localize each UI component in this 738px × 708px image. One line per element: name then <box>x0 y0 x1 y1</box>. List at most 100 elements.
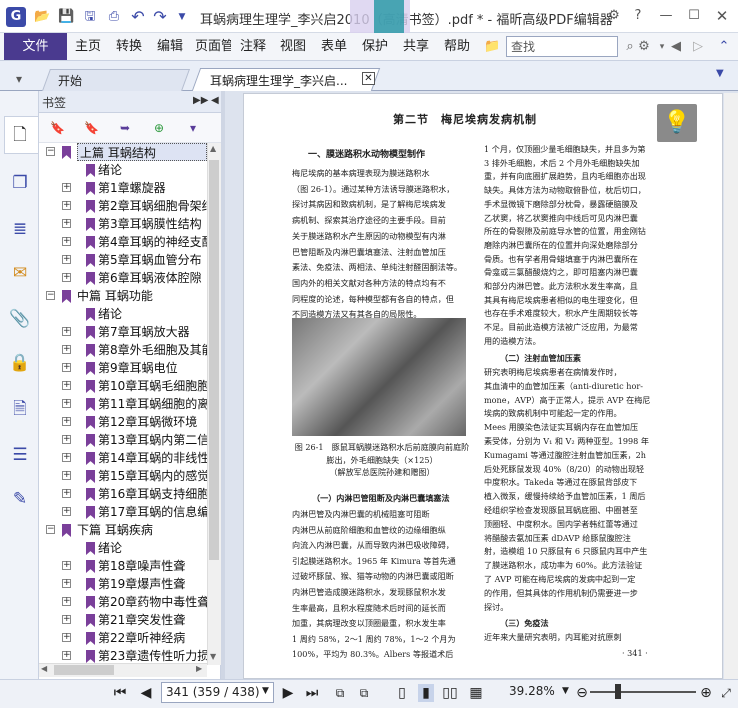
bookmark-item[interactable]: 第21章突发性聋 <box>98 611 207 629</box>
pages-icon[interactable]: ❐ <box>9 172 31 194</box>
expand-toggle-icon[interactable]: + <box>62 399 71 408</box>
nav-forward-icon[interactable]: ▷ <box>690 39 706 55</box>
expand-toggle-icon[interactable]: + <box>62 561 71 570</box>
document-properties-icon[interactable]: 🗎 <box>9 398 31 420</box>
zoom-in-icon[interactable]: ⊕ <box>698 684 714 702</box>
bookmark-item[interactable]: 第15章耳蜗内的感觉 <box>98 467 207 485</box>
delete-bookmark-icon[interactable]: 🔖 <box>50 120 65 136</box>
attachment-icon[interactable]: 📎 <box>9 308 31 330</box>
print-icon[interactable]: ⎙ <box>106 9 122 25</box>
expand-toggle-icon[interactable]: + <box>62 507 71 516</box>
lock-icon[interactable]: 🔒 <box>9 352 31 374</box>
bookmark-item[interactable]: 第5章耳蜗血管分布 <box>98 251 207 269</box>
comments-icon[interactable]: ✉ <box>9 262 31 284</box>
bookmark-scroll-thumb[interactable] <box>209 160 219 560</box>
menu-home[interactable]: 主页 <box>75 38 101 56</box>
collapse-toggle-icon[interactable]: − <box>46 147 55 156</box>
bookmark-item[interactable]: 第1章螺旋器 <box>98 179 207 197</box>
page-number-selector[interactable]: 341 (359 / 438) <box>161 682 274 703</box>
fullscreen-icon[interactable]: ⤢ <box>718 684 734 702</box>
menu-convert[interactable]: 转换 <box>116 38 142 56</box>
bookmark-item[interactable]: 第14章耳蜗的非线性 <box>98 449 207 467</box>
signature-icon[interactable]: ✎ <box>9 488 31 510</box>
previous-view-icon[interactable]: ⧉ <box>332 684 348 702</box>
zoom-out-icon[interactable]: ⊖ <box>574 684 590 702</box>
bookmark-item[interactable]: 第11章耳蜗细胞的离子通道 <box>98 395 207 413</box>
add-bookmark-icon[interactable]: 🔖 <box>84 120 99 136</box>
prev-page-icon[interactable]: ◀ <box>138 684 154 702</box>
bookmark-item[interactable]: 第10章耳蜗毛细胞胞吐 <box>98 377 207 395</box>
tab-scroll-icon[interactable]: ▼ <box>716 68 732 84</box>
app-logo-icon[interactable]: G <box>6 7 26 27</box>
bookmark-item[interactable]: 第16章耳蜗支持细胞 <box>98 485 207 503</box>
bookmark-item[interactable]: 第17章耳蜗的信息编码 <box>98 503 207 521</box>
save-as-icon[interactable]: 🖫 <box>82 9 98 25</box>
bookmark-item[interactable]: 第3章耳蜗膜性结构 <box>98 215 207 233</box>
menu-protect[interactable]: 保护 <box>362 38 388 56</box>
minimize-icon[interactable]: — <box>656 6 676 26</box>
bookmark-goto-icon[interactable]: ➥ <box>118 120 132 136</box>
expand-toggle-icon[interactable]: + <box>62 633 71 642</box>
bookmark-item[interactable]: 第19章爆声性聋 <box>98 575 207 593</box>
redo-icon[interactable]: ↷ <box>152 9 168 25</box>
add-child-bookmark-icon[interactable]: ⊕ <box>152 120 166 136</box>
panel-expand-icon[interactable]: ▶▶ <box>193 95 208 106</box>
page-thumbnail-icon[interactable]: 🗋 <box>9 124 31 146</box>
expand-toggle-icon[interactable]: + <box>62 435 71 444</box>
next-page-icon[interactable]: ▶ <box>280 684 296 702</box>
bookmark-item[interactable]: 绪论 <box>98 161 207 179</box>
help-icon[interactable]: ? <box>628 6 648 26</box>
expand-toggle-icon[interactable]: + <box>62 219 71 228</box>
file-menu-button[interactable]: 文件 <box>4 33 67 60</box>
menu-help[interactable]: 帮助 <box>444 38 470 56</box>
menu-form[interactable]: 表单 <box>321 38 347 56</box>
scroll-up-icon[interactable]: ▲ <box>210 144 216 153</box>
expand-toggle-icon[interactable]: + <box>62 471 71 480</box>
layers-icon[interactable]: ≣ <box>9 218 31 240</box>
expand-toggle-icon[interactable]: + <box>62 597 71 606</box>
expand-toggle-icon[interactable]: + <box>62 417 71 426</box>
bookmark-options-icon[interactable]: ▾ <box>186 120 200 136</box>
expand-toggle-icon[interactable]: + <box>62 255 71 264</box>
undo-icon[interactable]: ↶ <box>130 9 146 25</box>
bookmark-item[interactable]: 第9章耳蜗电位 <box>98 359 207 377</box>
menu-view[interactable]: 视图 <box>280 38 306 56</box>
bookmark-item[interactable]: 第8章外毛细胞及其能动性 <box>98 341 207 359</box>
tab-list-icon[interactable]: ▾ <box>6 68 32 90</box>
bookmark-item[interactable]: 绪论 <box>98 305 207 323</box>
single-page-view-icon[interactable]: ▯ <box>394 684 410 702</box>
zoom-level[interactable]: 39.28% <box>509 684 555 698</box>
customize-dropdown-icon[interactable]: ▼ <box>174 9 190 25</box>
bookmark-item[interactable]: 第4章耳蜗的神经支配 <box>98 233 207 251</box>
maximize-icon[interactable]: ☐ <box>684 6 704 26</box>
expand-toggle-icon[interactable]: + <box>62 615 71 624</box>
bookmark-item[interactable]: 第2章耳蜗细胞骨架结构 <box>98 197 207 215</box>
expand-toggle-icon[interactable]: + <box>62 651 71 660</box>
expand-toggle-icon[interactable]: + <box>62 273 71 282</box>
open-folder-icon[interactable]: 📂 <box>34 9 50 25</box>
first-page-icon[interactable]: ⏮ <box>112 684 128 702</box>
content-list-icon[interactable]: ☰ <box>9 444 31 466</box>
expand-toggle-icon[interactable]: + <box>62 345 71 354</box>
scroll-down-icon[interactable]: ▼ <box>210 652 216 661</box>
bookmark-hscroll-thumb[interactable] <box>54 665 114 675</box>
next-view-icon[interactable]: ⧉ <box>356 684 372 702</box>
expand-toggle-icon[interactable]: + <box>62 363 71 372</box>
expand-toggle-icon[interactable]: + <box>62 327 71 336</box>
bookmark-item[interactable]: 上篇 耳蜗结构 <box>77 143 207 161</box>
scroll-right-icon[interactable]: ▶ <box>196 664 202 673</box>
zoom-dropdown-icon[interactable]: ▼ <box>562 686 569 696</box>
find-folder-icon[interactable]: 📁 <box>484 39 500 55</box>
collapse-toggle-icon[interactable]: − <box>46 525 55 534</box>
bookmark-item[interactable]: 第20章药物中毒性聋 <box>98 593 207 611</box>
panel-collapse-icon[interactable]: ◀ <box>211 95 219 106</box>
collapse-ribbon-icon[interactable]: ⌃ <box>716 39 732 55</box>
menu-page-manage[interactable]: 页面管理 <box>195 38 231 56</box>
nav-back-icon[interactable]: ◀ <box>668 39 684 55</box>
zoom-slider-track[interactable] <box>590 691 696 693</box>
continuous-facing-view-icon[interactable]: ▦ <box>468 684 484 702</box>
facing-view-icon[interactable]: ▯▯ <box>442 684 458 702</box>
bookmark-item[interactable]: 第6章耳蜗液体腔隙 <box>98 269 207 287</box>
bookmark-item[interactable]: 第13章耳蜗内第二信使 <box>98 431 207 449</box>
expand-toggle-icon[interactable]: + <box>62 579 71 588</box>
